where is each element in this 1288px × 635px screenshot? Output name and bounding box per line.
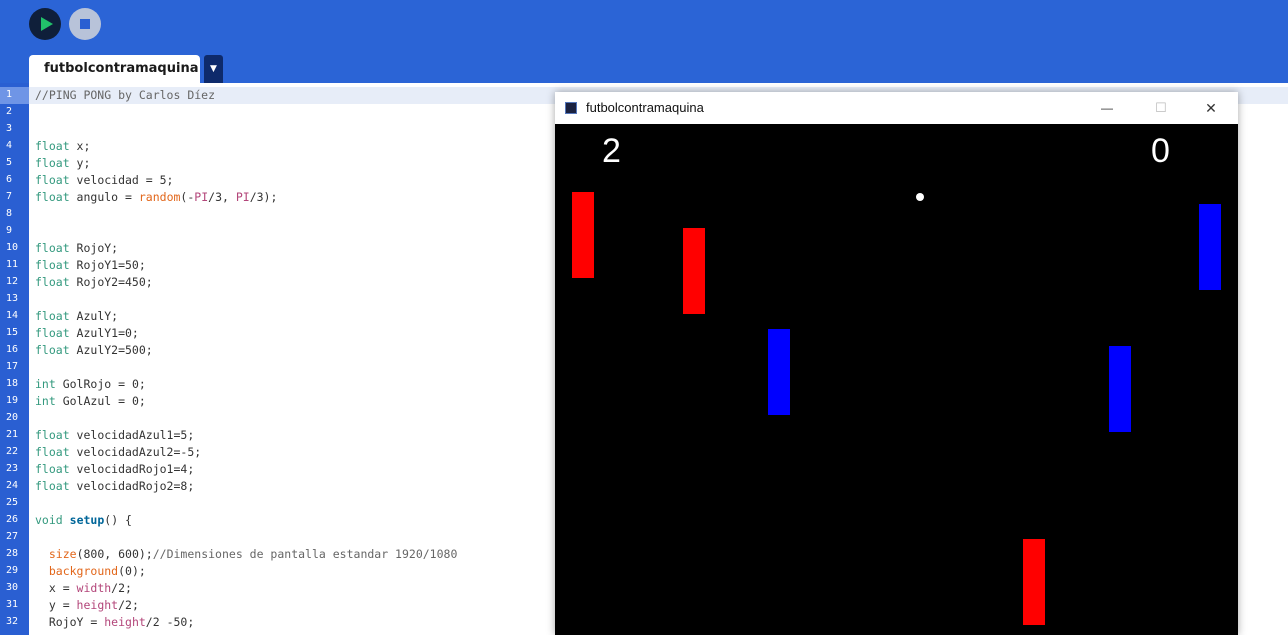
red-paddle (1023, 539, 1045, 625)
code-line: float AzulY; (35, 309, 119, 323)
line-number: 1 (6, 89, 13, 100)
play-icon (41, 17, 53, 31)
game-canvas[interactable]: 2 0 (555, 124, 1238, 635)
code-line: float AzulY2=500; (35, 343, 153, 357)
line-number: 20 (6, 412, 19, 423)
minimize-icon: — (1101, 101, 1113, 115)
code-line: float RojoY2=450; (35, 275, 153, 289)
code-line: float y; (35, 156, 91, 170)
line-number: 28 (6, 548, 19, 559)
line-number: 10 (6, 242, 19, 253)
maximize-button[interactable]: ☐ (1151, 98, 1171, 118)
line-number: 2 (6, 106, 13, 117)
chevron-down-icon: ▼ (210, 64, 217, 74)
line-number: 26 (6, 514, 19, 525)
code-line: float velocidadAzul2=-5; (35, 445, 202, 459)
line-number: 5 (6, 157, 13, 168)
run-button[interactable] (29, 8, 61, 40)
line-number: 30 (6, 582, 19, 593)
stop-icon (80, 19, 90, 29)
code-line: background(0); (48, 564, 146, 578)
line-number: 13 (6, 293, 19, 304)
tab-label: futbolcontramaquina (44, 61, 199, 76)
line-number: 32 (6, 616, 19, 627)
line-number: 27 (6, 531, 19, 542)
code-line: float RojoY; (35, 241, 119, 255)
code-line: float velocidadAzul1=5; (35, 428, 195, 442)
window-title: futbolcontramaquina (586, 100, 704, 115)
tab-menu-button[interactable]: ▼ (204, 55, 223, 83)
line-number: 23 (6, 463, 19, 474)
line-number-gutter: 1 2 3 4 5 6 7 8 9 10 11 12 13 14 15 16 17 18 19 20 21 22 23 24 2… (0, 83, 29, 635)
maximize-icon: ☐ (1155, 100, 1167, 115)
sketch-window: futbolcontramaquina — ☐ ✕ 2 0 (555, 92, 1238, 635)
line-number: 21 (6, 429, 19, 440)
code-line: x = width/2; (35, 581, 132, 595)
code-line: int GolRojo = 0; (35, 377, 146, 391)
blue-paddle (768, 329, 790, 415)
code-line: float angulo = random(-PI/3, PI/3); (35, 190, 278, 204)
line-number: 4 (6, 140, 13, 151)
line-number: 18 (6, 378, 19, 389)
window-titlebar[interactable]: futbolcontramaquina — ☐ ✕ (555, 92, 1238, 124)
blue-paddle (1199, 204, 1221, 290)
processing-app-icon (565, 102, 577, 114)
code-line: float x; (35, 139, 91, 153)
score-left: 2 (602, 132, 621, 170)
ide-toolbar: futbolcontramaquina ▼ (0, 0, 1288, 83)
line-number: 17 (6, 361, 19, 372)
line-number: 31 (6, 599, 19, 610)
line-number: 6 (6, 174, 13, 185)
code-line: float RojoY1=50; (35, 258, 146, 272)
minimize-button[interactable]: — (1097, 98, 1117, 118)
ball (916, 193, 924, 201)
red-paddle (572, 192, 594, 278)
close-button[interactable]: ✕ (1201, 98, 1221, 118)
code-line: y = height/2; (35, 598, 139, 612)
code-line: void setup() { (35, 513, 132, 527)
code-line: RojoY = height/2 -50; (35, 615, 195, 629)
line-number: 19 (6, 395, 19, 406)
line-number: 29 (6, 565, 19, 576)
current-line-highlight (0, 87, 29, 104)
code-line: float velocidadRojo1=4; (35, 462, 195, 476)
code-line: float velocidadRojo2=8; (35, 479, 195, 493)
line-number: 11 (6, 259, 19, 270)
red-paddle (683, 228, 705, 314)
code-line: //PING PONG by Carlos Díez (35, 88, 216, 102)
line-number: 12 (6, 276, 19, 287)
line-number: 7 (6, 191, 13, 202)
line-number: 22 (6, 446, 19, 457)
stop-button[interactable] (69, 8, 101, 40)
line-number: 16 (6, 344, 19, 355)
tab-sketch[interactable]: futbolcontramaquina (29, 55, 200, 83)
line-number: 3 (6, 123, 13, 134)
blue-paddle (1109, 346, 1131, 432)
code-line: float velocidad = 5; (35, 173, 174, 187)
line-number: 25 (6, 497, 19, 508)
code-line: int GolAzul = 0; (35, 394, 146, 408)
close-icon: ✕ (1205, 100, 1217, 116)
line-number: 14 (6, 310, 19, 321)
line-number: 15 (6, 327, 19, 338)
line-number: 8 (6, 208, 13, 219)
line-number: 9 (6, 225, 13, 236)
code-line: size(800, 600);//Dimensiones de pantalla… (48, 547, 458, 561)
code-line: float AzulY1=0; (35, 326, 139, 340)
line-number: 24 (6, 480, 19, 491)
score-right: 0 (1151, 132, 1170, 170)
